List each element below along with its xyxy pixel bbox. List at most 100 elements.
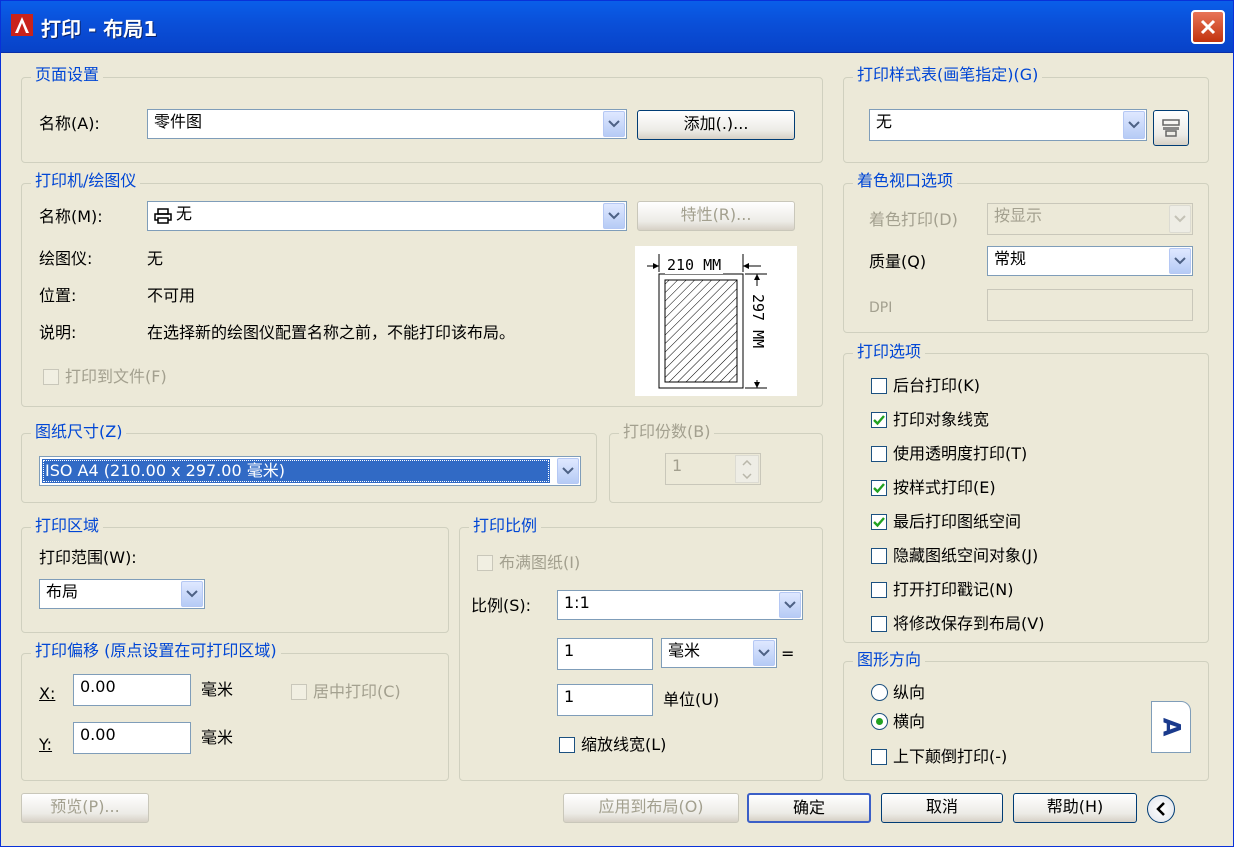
edit-style-table-icon — [1162, 119, 1180, 137]
shade-plot-value: 按显示 — [994, 206, 1043, 225]
center-plot-checkbox[interactable] — [291, 684, 307, 700]
quality-label: 质量(Q) — [869, 252, 927, 271]
fit-to-paper-checkbox[interactable] — [477, 555, 493, 571]
plot-option-checkbox[interactable] — [871, 514, 887, 530]
printer-name-label: 名称(M): — [39, 207, 103, 226]
scale-num2-input[interactable]: 1 — [557, 684, 653, 716]
printer-icon — [154, 208, 172, 224]
offset-x-unit: 毫米 — [201, 680, 234, 699]
plot-range-label: 打印范围(W): — [39, 548, 137, 567]
offset-y-label: Y: — [39, 735, 53, 754]
preview-button[interactable]: 预览(P)... — [21, 793, 149, 823]
center-plot-label: 居中打印(C) — [313, 682, 401, 701]
chevron-down-icon[interactable] — [753, 640, 775, 666]
checkmark-icon — [873, 483, 885, 494]
ok-button[interactable]: 确定 — [747, 793, 871, 823]
offset-y-value: 0.00 — [80, 725, 116, 744]
plot-option-label: 隐藏图纸空间对象(J) — [893, 546, 1039, 565]
landscape-radio[interactable] — [871, 713, 888, 730]
scale-lineweights-checkbox[interactable] — [559, 737, 575, 753]
preview-height-label: 297 MM — [749, 292, 767, 351]
page-setup-name-label: 名称(A): — [39, 114, 100, 133]
plot-scale-legend: 打印比例 — [469, 516, 542, 536]
equals-sign: = — [781, 644, 795, 663]
style-table-dropdown[interactable]: 无 — [869, 109, 1147, 141]
plot-option-checkbox[interactable] — [871, 582, 887, 598]
paper-size-dropdown[interactable]: ISO A4 (210.00 x 297.00 毫米) — [39, 456, 581, 486]
scale-value: 1:1 — [564, 593, 590, 612]
copies-spinner[interactable] — [735, 455, 759, 483]
help-button[interactable]: 帮助(H) — [1013, 793, 1137, 823]
scale-dropdown[interactable]: 1:1 — [557, 590, 803, 620]
dpi-input[interactable] — [987, 289, 1193, 321]
offset-x-label: X: — [39, 684, 56, 703]
upside-down-label: 上下颠倒打印(-) — [893, 747, 1008, 766]
checkmark-icon — [873, 517, 885, 528]
apply-to-layout-button[interactable]: 应用到布局(O) — [563, 793, 739, 823]
offset-y-input[interactable]: 0.00 — [73, 722, 191, 754]
collapse-button[interactable] — [1147, 795, 1175, 823]
portrait-radio[interactable] — [871, 684, 888, 701]
copies-value: 1 — [672, 456, 683, 475]
upside-down-checkbox[interactable] — [871, 749, 887, 765]
copies-input[interactable]: 1 — [665, 453, 761, 485]
edit-style-table-button[interactable] — [1153, 110, 1189, 146]
paper-size-legend: 图纸尺寸(Z) — [31, 422, 127, 442]
plot-option-label: 将修改保存到布局(V) — [893, 614, 1045, 633]
shade-plot-dropdown[interactable]: 按显示 — [987, 203, 1193, 235]
style-table-legend: 打印样式表(画笔指定)(G) — [853, 65, 1043, 85]
description-label: 说明: — [39, 323, 77, 342]
chevron-down-icon[interactable] — [1169, 205, 1191, 233]
plot-option-label: 最后打印图纸空间 — [893, 512, 1022, 531]
chevron-down-icon[interactable] — [1169, 248, 1191, 274]
plot-option-checkbox[interactable] — [871, 378, 887, 394]
print-to-file-label: 打印到文件(F) — [65, 367, 167, 386]
plot-option-checkbox[interactable] — [871, 446, 887, 462]
scale-num1-input[interactable]: 1 — [557, 638, 653, 670]
plot-option-label: 打印对象线宽 — [893, 410, 990, 429]
printer-legend: 打印机/绘图仪 — [31, 171, 141, 191]
plot-option-checkbox[interactable] — [871, 548, 887, 564]
printer-name-value: 无 — [176, 204, 193, 223]
close-button[interactable] — [1191, 10, 1225, 44]
orientation-legend: 图形方向 — [853, 650, 926, 670]
scale-num2-value: 1 — [564, 687, 575, 706]
shaded-viewport-legend: 着色视口选项 — [853, 171, 958, 191]
page-setup-name-value: 零件图 — [154, 112, 203, 131]
plotter-value: 无 — [147, 249, 164, 268]
spin-up-icon[interactable] — [742, 459, 752, 466]
style-table-value: 无 — [876, 112, 893, 131]
properties-button[interactable]: 特性(R)... — [637, 201, 795, 231]
scale-num1-value: 1 — [564, 641, 575, 660]
chevron-down-icon[interactable] — [1123, 111, 1145, 139]
cancel-button[interactable]: 取消 — [881, 793, 1003, 823]
shade-plot-label: 着色打印(D) — [869, 210, 958, 229]
plot-option-checkbox[interactable] — [871, 412, 887, 428]
chevron-down-icon[interactable] — [181, 581, 203, 607]
chevron-down-icon[interactable] — [603, 203, 625, 229]
quality-value: 常规 — [994, 249, 1027, 268]
plot-option-checkbox[interactable] — [871, 616, 887, 632]
chevron-down-icon[interactable] — [603, 111, 625, 137]
plot-option-checkbox[interactable] — [871, 480, 887, 496]
plot-range-dropdown[interactable]: 布局 — [39, 579, 205, 609]
printer-name-dropdown[interactable]: 无 — [147, 201, 627, 231]
page-setup-name-dropdown[interactable]: 零件图 — [147, 109, 627, 139]
title-bar[interactable]: 打印 - 布局1 — [1, 1, 1233, 53]
portrait-label: 纵向 — [893, 683, 926, 702]
offset-x-input[interactable]: 0.00 — [73, 674, 191, 706]
spin-down-icon[interactable] — [742, 472, 752, 479]
scale-unit-value: 毫米 — [668, 641, 701, 660]
autocad-app-icon — [11, 14, 33, 36]
offset-x-value: 0.00 — [80, 677, 116, 696]
print-to-file-checkbox[interactable] — [43, 369, 59, 385]
copies-legend: 打印份数(B) — [619, 422, 715, 442]
paper-size-value: ISO A4 (210.00 x 297.00 毫米) — [42, 459, 550, 483]
quality-dropdown[interactable]: 常规 — [987, 246, 1193, 276]
chevron-down-icon[interactable] — [557, 458, 579, 484]
scale-unit-dropdown[interactable]: 毫米 — [661, 638, 777, 668]
add-page-setup-button[interactable]: 添加(.)... — [637, 110, 795, 140]
orientation-preview-icon: A — [1151, 701, 1191, 753]
chevron-down-icon[interactable] — [779, 592, 801, 618]
description-value: 在选择新的绘图仪配置名称之前，不能打印该布局。 — [147, 323, 516, 342]
